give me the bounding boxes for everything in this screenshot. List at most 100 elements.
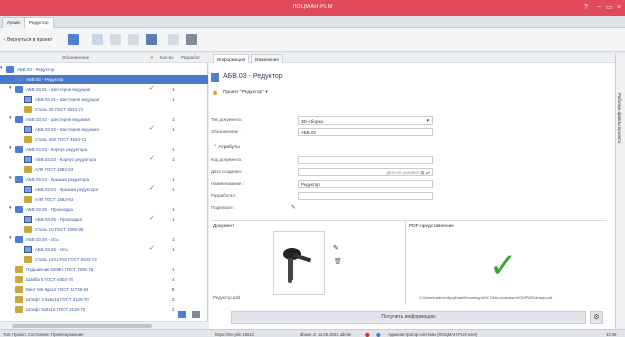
structure-icon[interactable] bbox=[146, 34, 157, 45]
expand-arrow-icon[interactable]: ▾ bbox=[9, 145, 12, 151]
code-field[interactable] bbox=[298, 156, 433, 164]
tree-row[interactable]: АБВ.03.02 - Шестерня ведомая ✓ 1 bbox=[0, 125, 208, 134]
tree-row-qty: 1 bbox=[172, 216, 175, 222]
project-files-side-tab[interactable]: Рабочие файлы проекта bbox=[615, 53, 625, 329]
document-header: Документ bbox=[213, 224, 235, 229]
attributes-header[interactable]: ⌃ Атрибуты bbox=[213, 145, 240, 150]
expand-arrow-icon[interactable]: ▾ bbox=[9, 85, 12, 91]
tree-row[interactable]: Штифт 5x8x16 ГОСТ 3128-70 2 bbox=[0, 305, 208, 314]
tree-row[interactable]: АБВ.03.05 - Прокладка ✓ 1 bbox=[0, 215, 208, 224]
tree-row[interactable]: Подшипник 6208H ГОСТ 7836-75 1 bbox=[0, 265, 208, 274]
tree-row-qty: 1 bbox=[172, 206, 175, 212]
edit-icon[interactable]: ✎ bbox=[333, 244, 339, 252]
paste-icon[interactable] bbox=[128, 34, 139, 45]
tab-changes[interactable]: Изменения bbox=[251, 54, 283, 63]
tree-row[interactable]: АБВ.03.06 - Ось ✓ 1 bbox=[0, 245, 208, 254]
help-button[interactable]: ? bbox=[581, 3, 591, 13]
save-icon[interactable] bbox=[68, 34, 79, 45]
view-toggle-icon[interactable] bbox=[178, 311, 186, 318]
tree-row-label: Подшипник 6208H ГОСТ 7836-75 bbox=[26, 266, 94, 272]
tree-row[interactable]: ▾ АБВ.03.02 - Шестерня ведомая 1 bbox=[0, 115, 208, 124]
back-to-project-button[interactable]: ‹ Вернуться в проект bbox=[4, 37, 52, 49]
tree-row[interactable]: АБВ.03 - Редуктор bbox=[0, 75, 208, 84]
tree-row-qty: 2 bbox=[172, 306, 175, 312]
window-title: ЛОЦМАН:PLM bbox=[292, 4, 333, 10]
tree-row[interactable]: ▾ АБВ.03.04 - Крышка редуктора 1 bbox=[0, 175, 208, 184]
col-designation[interactable]: Обозначение bbox=[62, 55, 89, 60]
created-date-field[interactable]: дата не указана ▦ ▴▾ bbox=[298, 168, 433, 176]
tree-row-label: АБВ.03.06 - Ось bbox=[35, 246, 68, 252]
database-info: dbase от 11.05.2021 admin bbox=[300, 331, 352, 337]
model-preview[interactable] bbox=[273, 231, 325, 295]
tree-row[interactable]: Штифт 3 5x8x16 ГОСТ 3128-70 2 bbox=[0, 295, 208, 304]
list-view-icon[interactable] bbox=[192, 311, 200, 318]
minimize-button[interactable]: − bbox=[594, 3, 604, 13]
db-icon: ⬤ bbox=[376, 331, 381, 337]
col-qty[interactable]: Кол-во bbox=[160, 55, 174, 60]
tree-row-label: Сталь 40Х ГОСТ 4543-71 bbox=[35, 136, 87, 142]
tree-row[interactable]: АЛ9 ГОСТ 1583-93 bbox=[0, 195, 208, 204]
check-icon: ✓ bbox=[149, 155, 155, 162]
project-dot-icon bbox=[213, 91, 217, 95]
tree-row-qty: 4 bbox=[172, 276, 175, 282]
tab-reducer[interactable]: Редуктор bbox=[24, 17, 54, 28]
tree-row-label: АБВ.03.02 - Шестерня ведомая bbox=[35, 126, 99, 132]
tab-information[interactable]: Информация bbox=[213, 54, 250, 63]
new-document-icon[interactable] bbox=[92, 34, 103, 45]
file-name: Редуктор.a3d bbox=[213, 295, 241, 300]
expand-arrow-icon[interactable]: ▾ bbox=[9, 175, 12, 181]
project-selector[interactable]: Проект "Редуктор" ▾ bbox=[223, 90, 268, 95]
designation-field[interactable]: АБВ.03 bbox=[298, 128, 433, 136]
check-icon: ✓ bbox=[149, 215, 155, 222]
tree-scrollbar[interactable] bbox=[0, 321, 208, 329]
close-button[interactable]: × bbox=[614, 3, 624, 13]
developer-field[interactable] bbox=[298, 192, 433, 200]
tree-row[interactable]: Сталь 10 ГОСТ 1050-88 bbox=[0, 225, 208, 234]
name-field[interactable]: Редуктор bbox=[298, 180, 433, 188]
tree-row[interactable]: ▾ АБВ.03.06 - Ось 1 bbox=[0, 235, 208, 244]
copy-icon[interactable] bbox=[110, 34, 121, 45]
settings-icon[interactable] bbox=[186, 34, 197, 45]
column-divider bbox=[405, 221, 406, 305]
gear-icon[interactable]: ⚙ bbox=[590, 311, 603, 324]
doc-type-select[interactable]: 3D-сборка ▾ bbox=[298, 116, 433, 125]
export-icon[interactable] bbox=[168, 34, 179, 45]
expand-arrow-icon[interactable]: ▾ bbox=[9, 205, 12, 211]
tree-row-qty: 1 bbox=[172, 86, 175, 92]
tree-row[interactable]: ▾ АБВ.03 - Редуктор bbox=[0, 65, 208, 74]
expand-arrow-icon[interactable]: ▾ bbox=[0, 65, 3, 71]
col-developer[interactable]: Разработ bbox=[181, 55, 200, 60]
tree-row[interactable]: Сталь 45 ГОСТ 4543-71 bbox=[0, 105, 208, 114]
material-icon bbox=[24, 166, 32, 173]
tree-row-label: АБВ.03.03 - Корпус редуктора bbox=[35, 156, 97, 162]
assembly-icon bbox=[15, 86, 23, 93]
get-info-button[interactable]: Получить информацию bbox=[231, 311, 586, 324]
expand-arrow-icon[interactable]: ▾ bbox=[9, 115, 12, 121]
tree-row[interactable]: ▾ АБВ.03.05 - Прокладка 1 bbox=[0, 205, 208, 214]
trash-icon[interactable]: 🗑 bbox=[334, 258, 342, 265]
tree-row-label: АБВ.03.06 - Ось bbox=[26, 236, 59, 242]
assembly-icon bbox=[211, 73, 219, 82]
tree-row-qty: 1 bbox=[172, 186, 175, 192]
tab-archive[interactable]: Архив bbox=[2, 17, 25, 28]
material-icon bbox=[15, 306, 23, 313]
material-icon bbox=[24, 256, 32, 263]
tree-row-label: АЛ9 ГОСТ 1583-93 bbox=[35, 166, 74, 172]
tree-row[interactable]: АБВ.03.03 - Корпус редуктора ✓ 1 bbox=[0, 155, 208, 164]
tree-row[interactable]: ▾ АБВ.03.03 - Корпус редуктора 1 bbox=[0, 145, 208, 154]
tree-row[interactable]: АБВ.03.04 - Крышка редуктора ✓ 1 bbox=[0, 185, 208, 194]
tree-row[interactable]: АБВ.03.01 - Шестерня ведущая 1 bbox=[0, 95, 208, 104]
tree-row[interactable]: АЛ9 ГОСТ 1583-93 bbox=[0, 165, 208, 174]
assembly-icon bbox=[15, 236, 23, 243]
tree-row[interactable]: Сталь 40Х ГОСТ 4543-71 bbox=[0, 135, 208, 144]
chevron-down-icon: ▾ bbox=[426, 118, 429, 124]
pencil-icon[interactable]: ✎ bbox=[291, 204, 296, 211]
tree-row[interactable]: ▾ АБВ.03.01 - Шестерня ведущая ✓ 1 bbox=[0, 85, 208, 94]
expand-arrow-icon[interactable]: ▾ bbox=[9, 235, 12, 241]
maximize-button[interactable]: ▭ bbox=[604, 3, 614, 13]
tree-row[interactable]: Шайба 5 ГОСТ 6402-70 4 bbox=[0, 275, 208, 284]
tree-row[interactable]: Сталь 14Х17Н2 ГОСТ 5632-72 bbox=[0, 255, 208, 264]
tree-row-label: Сталь 10 ГОСТ 1050-88 bbox=[35, 226, 84, 232]
col-clear-icon[interactable]: ✕ bbox=[150, 55, 154, 61]
tree-row[interactable]: Винт М5-6gx12 ГОСТ 11738-84 8 bbox=[0, 285, 208, 294]
